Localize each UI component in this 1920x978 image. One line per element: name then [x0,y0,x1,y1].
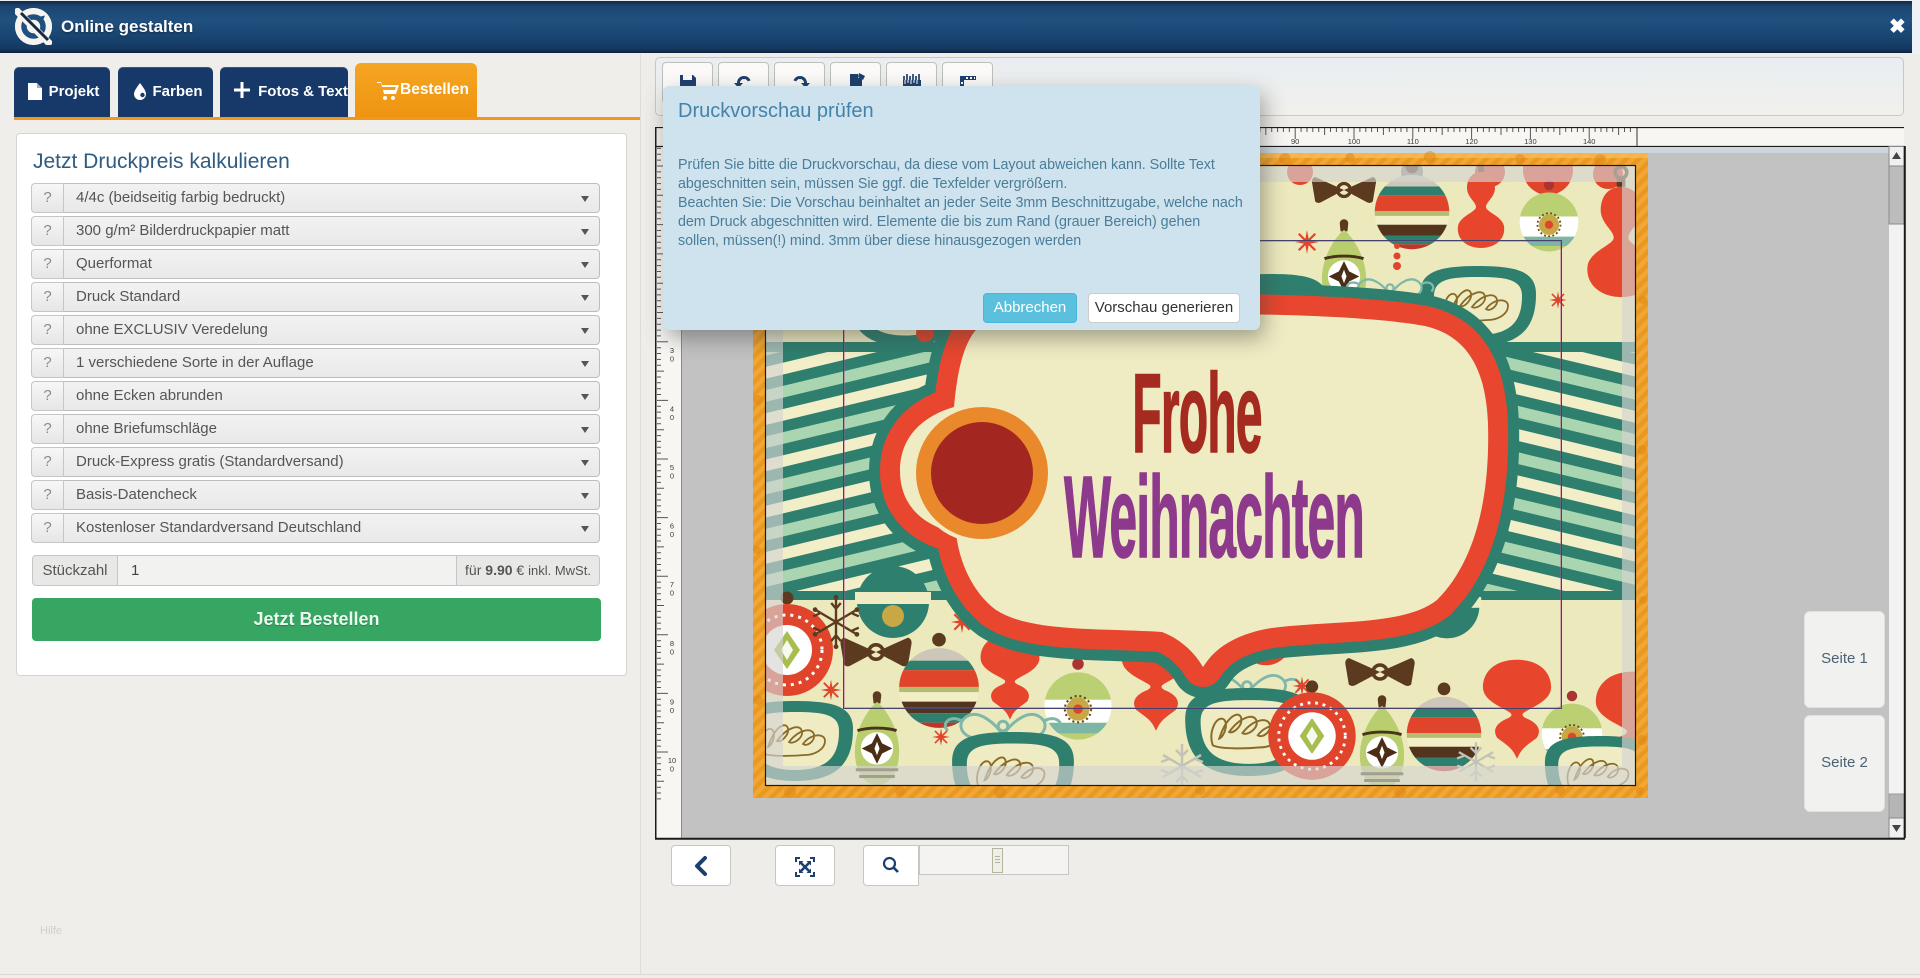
svg-text:0: 0 [670,765,674,774]
svg-text:130: 130 [1524,137,1537,146]
svg-text:120: 120 [1465,137,1478,146]
svg-text:0: 0 [670,589,674,598]
svg-text:Weihnachten: Weihnachten [1064,452,1364,582]
svg-text:0: 0 [670,706,674,715]
svg-text:0: 0 [670,472,674,481]
svg-text:90: 90 [1291,137,1299,146]
svg-text:0: 0 [670,530,674,539]
svg-text:0: 0 [670,647,674,656]
svg-text:100: 100 [1348,137,1361,146]
svg-text:0: 0 [670,413,674,422]
svg-text:140: 140 [1583,137,1596,146]
svg-text:110: 110 [1407,137,1419,146]
svg-text:0: 0 [670,354,674,363]
